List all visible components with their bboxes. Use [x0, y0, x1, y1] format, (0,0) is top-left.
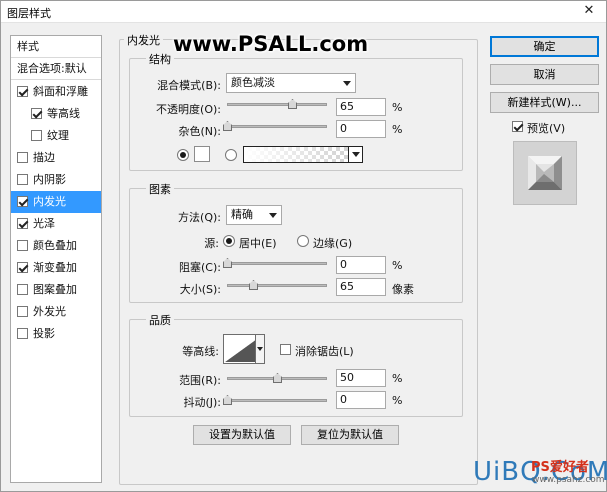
style-item-outer-glow[interactable]: 外发光: [11, 301, 101, 323]
cancel-button[interactable]: 取消: [490, 64, 599, 85]
opacity-slider[interactable]: [227, 99, 327, 110]
source-edge-radio[interactable]: [297, 235, 309, 247]
new-style-button[interactable]: 新建样式(W)...: [490, 92, 599, 113]
glow-gradient-picker[interactable]: [243, 146, 363, 163]
chevron-down-icon: [269, 213, 277, 218]
style-item-satin[interactable]: 光泽: [11, 213, 101, 235]
size-unit: 像素: [392, 283, 414, 296]
checkbox-icon[interactable]: [17, 262, 28, 273]
ps-lover-logo: PS爱好者: [531, 460, 589, 475]
layer-style-dialog: 图层样式 ✕ 样式 混合选项:默认 斜面和浮雕 等高线 纹理 描边 内阴影 内发…: [0, 0, 607, 492]
choke-slider[interactable]: [223, 258, 327, 269]
opacity-unit: %: [392, 101, 403, 114]
styles-header[interactable]: 样式: [11, 36, 101, 58]
quality-title: 品质: [146, 312, 174, 328]
blend-mode-label: 混合模式(B):: [157, 79, 221, 92]
source-label: 源:: [204, 237, 219, 250]
checkbox-icon[interactable]: [31, 130, 42, 141]
style-item-gradient-overlay[interactable]: 渐变叠加: [11, 257, 101, 279]
style-item-stroke[interactable]: 描边: [11, 147, 101, 169]
source-center-label[interactable]: 居中(E): [239, 235, 277, 251]
psahz-url: www.psahz.com: [532, 475, 605, 485]
style-item-inner-shadow[interactable]: 内阴影: [11, 169, 101, 191]
style-item-contour[interactable]: 等高线: [11, 103, 101, 125]
gradient-radio[interactable]: [225, 149, 237, 161]
close-icon[interactable]: ✕: [576, 2, 602, 20]
size-slider[interactable]: [227, 280, 327, 291]
checkbox-icon[interactable]: [17, 306, 28, 317]
glow-color-swatch[interactable]: [194, 146, 210, 162]
styles-list: 样式 混合选项:默认 斜面和浮雕 等高线 纹理 描边 内阴影 内发光 光泽 颜色…: [10, 35, 102, 483]
style-item-inner-glow[interactable]: 内发光: [11, 191, 101, 213]
checkbox-icon[interactable]: [17, 240, 28, 251]
panel-title: 内发光: [124, 32, 163, 48]
checkbox-icon[interactable]: [17, 218, 28, 229]
choke-input[interactable]: 0: [336, 256, 386, 274]
preview-bevel-icon: [514, 142, 576, 204]
preview-checkbox[interactable]: [512, 121, 523, 132]
ok-button[interactable]: 确定: [490, 36, 599, 57]
choke-unit: %: [392, 259, 403, 272]
chevron-down-icon: [343, 81, 351, 86]
contour-label: 等高线:: [182, 345, 219, 358]
style-item-color-overlay[interactable]: 颜色叠加: [11, 235, 101, 257]
checkbox-icon[interactable]: [17, 152, 28, 163]
opacity-slider-thumb[interactable]: [288, 99, 297, 109]
size-label: 大小(S):: [179, 283, 221, 296]
size-input[interactable]: 65: [336, 278, 386, 296]
style-item-bevel-emboss[interactable]: 斜面和浮雕: [11, 81, 101, 103]
contour-dropdown[interactable]: [255, 334, 265, 364]
noise-slider[interactable]: [223, 121, 327, 132]
range-slider[interactable]: [227, 373, 327, 384]
structure-title: 结构: [146, 51, 174, 67]
checkbox-icon[interactable]: [17, 328, 28, 339]
noise-input[interactable]: 0: [336, 120, 386, 138]
psall-watermark: www.PSALL.com: [173, 32, 369, 56]
style-preview-thumbnail: [513, 141, 577, 205]
range-slider-thumb[interactable]: [273, 373, 282, 383]
size-slider-thumb[interactable]: [249, 280, 258, 290]
blend-mode-select[interactable]: 颜色减淡: [226, 73, 356, 93]
jitter-slider[interactable]: [223, 395, 327, 406]
jitter-unit: %: [392, 394, 403, 407]
jitter-label: 抖动(J):: [183, 396, 221, 409]
elements-title: 图素: [146, 181, 174, 197]
checkbox-icon[interactable]: [31, 108, 42, 119]
noise-unit: %: [392, 123, 403, 136]
source-center-radio[interactable]: [223, 235, 235, 247]
blending-options-item[interactable]: 混合选项:默认: [11, 58, 101, 80]
anti-alias-checkbox[interactable]: [280, 344, 291, 355]
solid-color-radio[interactable]: [177, 149, 189, 161]
technique-select[interactable]: 精确: [226, 205, 282, 225]
style-item-texture[interactable]: 纹理: [11, 125, 101, 147]
style-item-drop-shadow[interactable]: 投影: [11, 323, 101, 345]
range-label: 范围(R):: [179, 374, 221, 387]
title-bar: 图层样式 ✕: [1, 1, 606, 23]
checkbox-icon[interactable]: [17, 284, 28, 295]
chevron-down-icon[interactable]: [348, 147, 362, 162]
reset-default-button[interactable]: 复位为默认值: [301, 425, 399, 445]
range-unit: %: [392, 372, 403, 385]
style-item-pattern-overlay[interactable]: 图案叠加: [11, 279, 101, 301]
opacity-input[interactable]: 65: [336, 98, 386, 116]
checkbox-icon[interactable]: [17, 196, 28, 207]
preview-label[interactable]: 预览(V): [527, 120, 565, 136]
technique-label: 方法(Q):: [178, 211, 221, 224]
checkbox-icon[interactable]: [17, 86, 28, 97]
jitter-input[interactable]: 0: [336, 391, 386, 409]
range-input[interactable]: 50: [336, 369, 386, 387]
anti-alias-label[interactable]: 消除锯齿(L): [295, 343, 354, 359]
checkbox-icon[interactable]: [17, 174, 28, 185]
noise-label: 杂色(N):: [178, 125, 221, 138]
opacity-label: 不透明度(O):: [156, 103, 221, 116]
source-edge-label[interactable]: 边缘(G): [313, 235, 352, 251]
choke-label: 阻塞(C):: [179, 261, 221, 274]
window-title: 图层样式: [7, 7, 51, 20]
make-default-button[interactable]: 设置为默认值: [193, 425, 291, 445]
